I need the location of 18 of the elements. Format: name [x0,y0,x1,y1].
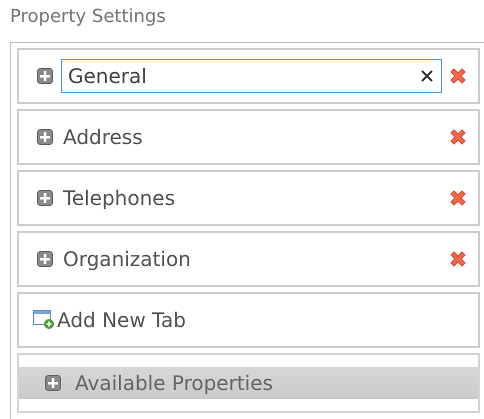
plus-icon[interactable] [45,375,61,391]
tab-label[interactable]: Telephones [63,186,448,210]
tab-label[interactable]: Address [63,125,448,149]
plus-icon[interactable] [37,190,53,206]
delete-icon[interactable] [448,188,468,208]
plus-icon[interactable] [37,251,53,267]
tab-name-field[interactable]: General [61,59,442,93]
plus-icon[interactable] [37,129,53,145]
available-properties-header[interactable]: Available Properties [19,367,478,399]
delete-icon[interactable] [448,127,468,147]
clear-icon[interactable] [420,69,434,83]
tab-label[interactable]: Organization [63,247,448,271]
new-tab-icon [33,310,55,330]
add-tab-button[interactable]: Add New Tab [33,308,186,332]
plus-icon[interactable] [37,68,53,84]
section-title: Property Settings [10,6,167,29]
delete-icon[interactable] [448,66,468,86]
delete-icon[interactable] [448,249,468,269]
